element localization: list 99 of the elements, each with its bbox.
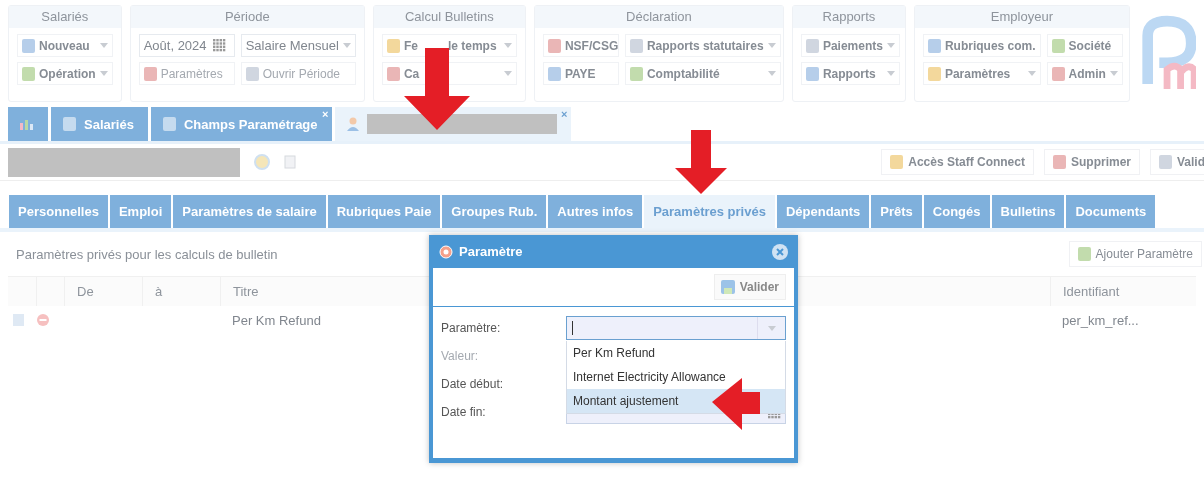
date-field[interactable]: Août, 2024 (138, 34, 235, 57)
document-tab[interactable]: × (334, 107, 571, 141)
group-title: Déclaration (534, 6, 783, 28)
ribbon-button[interactable]: Société (1046, 34, 1123, 57)
caret-icon (767, 43, 776, 48)
page-icon (1052, 155, 1066, 169)
action-button[interactable]: Accès Staff Connect (881, 149, 1034, 175)
page-icon (547, 38, 561, 53)
ribbon-button[interactable]: Paramètres (922, 62, 1041, 85)
tab[interactable]: Autres infos (548, 195, 643, 228)
table-cell: Per Km Refund (232, 312, 321, 328)
page-icon (547, 66, 561, 81)
table-cell: per_km_ref... (1062, 312, 1139, 328)
tab[interactable]: Bulletins (991, 195, 1065, 228)
page-icon (927, 38, 941, 53)
action-button[interactable]: Supprimer (1043, 149, 1140, 175)
pointer-arrow (675, 130, 727, 194)
caret-icon (99, 71, 108, 76)
caret-icon (886, 71, 895, 76)
page-icon (1159, 155, 1172, 169)
page-icon (629, 38, 643, 53)
page-icon (386, 66, 400, 81)
add-parameter-button[interactable]: Ajouter Paramètre (1068, 241, 1202, 267)
action-button[interactable]: Valid (1150, 149, 1204, 175)
caret-icon (886, 43, 895, 48)
caret-icon (1109, 71, 1118, 76)
parameter-select[interactable] (566, 316, 786, 340)
tab[interactable]: Prêts (871, 195, 922, 228)
tab[interactable]: Documents (1066, 195, 1156, 228)
group-title: Salariés (9, 6, 121, 28)
close-icon[interactable]: × (561, 108, 568, 120)
caret-icon (342, 43, 351, 48)
document-icon[interactable] (284, 155, 296, 169)
field-label: Date début: (441, 376, 504, 393)
page-icon (805, 38, 819, 53)
ribbon-button[interactable]: Admin (1046, 62, 1123, 85)
ribbon-button[interactable]: Rapports statutaires (624, 34, 781, 57)
document-tab[interactable]: Champs Paramétrage × (150, 107, 332, 141)
caret-icon (767, 325, 776, 331)
chart-icon (20, 118, 34, 130)
document-tab[interactable]: Salariés (51, 107, 148, 141)
page-icon (890, 155, 904, 169)
page-icon (386, 38, 400, 53)
dialog-title: Paramètre (459, 244, 523, 259)
page-icon (22, 38, 35, 53)
group-title: Période (130, 6, 364, 28)
ribbon-button[interactable]: PAYE (542, 62, 619, 85)
tab[interactable]: Paramètres de salaire (173, 195, 326, 228)
alarm-clock-icon (439, 244, 453, 259)
close-icon[interactable]: × (322, 108, 329, 120)
page-icon (22, 66, 35, 81)
ribbon-button[interactable]: NSF/CSG (542, 34, 619, 57)
tab[interactable]: Dépendants (776, 195, 870, 228)
section-caption: Paramètres privés pour les calculs de bulletin (16, 246, 278, 262)
edit-icon[interactable] (12, 313, 26, 327)
button-label: le temps (447, 38, 497, 53)
ribbon-button[interactable]: Opération (17, 62, 113, 85)
caret-icon (99, 43, 108, 48)
page-icon (629, 66, 643, 81)
page-icon (1051, 38, 1065, 53)
floppy-icon (720, 280, 735, 294)
group-title: Calcul Bulletins (373, 6, 525, 28)
field-label: Date fin: (441, 404, 486, 421)
tab[interactable]: Groupes Rub. (442, 195, 547, 228)
person-icon (346, 117, 359, 131)
ribbon-button[interactable]: Nouveau (17, 34, 113, 57)
caret-icon (1027, 71, 1036, 76)
document-tab[interactable] (8, 107, 48, 141)
ribbon-button[interactable]: Comptabilité (624, 62, 781, 85)
group-title: Rapports (792, 6, 905, 28)
caret-icon (503, 43, 512, 48)
tab[interactable]: Personnelles (9, 195, 108, 228)
field-label: Paramètre: (441, 320, 501, 337)
calendar-icon[interactable] (212, 39, 226, 52)
save-button[interactable]: Valider (713, 274, 786, 300)
page-icon (245, 66, 259, 81)
period-select[interactable]: Salaire Mensuel (240, 34, 356, 57)
caret-icon (767, 71, 776, 76)
tab[interactable]: Paramètres privés (644, 195, 775, 228)
ribbon-button[interactable]: Rapports (800, 62, 900, 85)
tab[interactable]: Congés (923, 195, 990, 228)
page-icon (143, 66, 157, 81)
page-icon (63, 117, 76, 131)
caret-icon (503, 71, 512, 76)
clock-icon[interactable] (254, 154, 270, 170)
page-icon (1077, 247, 1091, 261)
ribbon-button[interactable]: Paiements (800, 34, 900, 57)
text-cursor (572, 321, 573, 335)
delete-icon[interactable] (36, 313, 50, 327)
group-title: Employeur (914, 6, 1129, 28)
ribbon-button[interactable]: Rubriques com. (922, 34, 1041, 57)
page-icon (927, 66, 941, 81)
page-icon (805, 66, 819, 81)
field-label: Valeur: (441, 348, 479, 365)
page-icon (1051, 66, 1065, 81)
close-icon[interactable] (772, 243, 788, 260)
page-icon (162, 117, 176, 131)
tab[interactable]: Rubriques Paie (327, 195, 441, 228)
tab[interactable]: Emploi (109, 195, 172, 228)
